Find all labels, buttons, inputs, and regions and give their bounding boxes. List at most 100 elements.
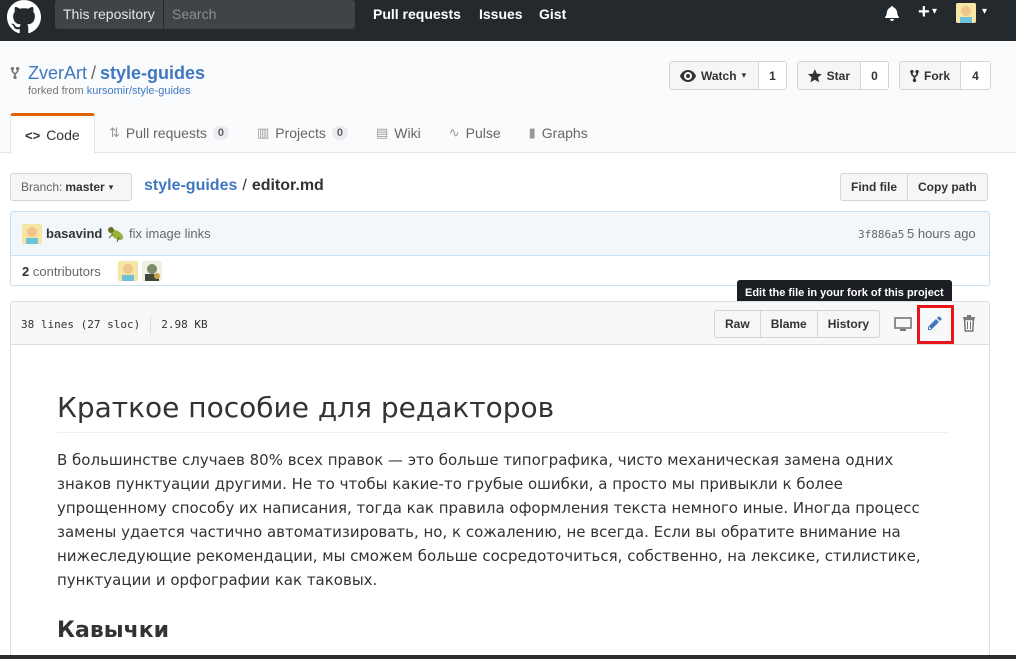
fork-count[interactable]: 4 bbox=[961, 61, 991, 90]
pencil-icon[interactable] bbox=[928, 315, 944, 331]
nav-pull-requests[interactable]: Pull requests bbox=[373, 6, 461, 22]
eye-icon bbox=[680, 69, 696, 82]
scope-divider bbox=[163, 0, 164, 29]
bug-icon bbox=[108, 227, 124, 243]
forked-from-label: forked from bbox=[28, 85, 84, 97]
file-navigation-actions: Find file Copy path bbox=[840, 173, 988, 201]
tab-label: Code bbox=[46, 127, 80, 143]
contributor-avatar[interactable] bbox=[142, 261, 162, 281]
bell-icon[interactable] bbox=[884, 5, 900, 21]
pull-request-icon: ⇅ bbox=[109, 125, 120, 140]
commit-message-link[interactable]: fix image links bbox=[129, 226, 211, 241]
file-size: 2.98 KB bbox=[161, 318, 208, 331]
branch-select-button[interactable]: Branch: master ▾ bbox=[10, 173, 132, 201]
tab-projects[interactable]: ▥ Projects 0 bbox=[243, 113, 362, 153]
nav-issues[interactable]: Issues bbox=[479, 6, 523, 22]
tab-label: Pull requests bbox=[125, 125, 207, 141]
user-avatar[interactable] bbox=[956, 3, 976, 23]
project-icon: ▥ bbox=[256, 125, 270, 140]
search-box: This repository bbox=[55, 0, 355, 29]
tab-pull-requests[interactable]: ⇅ Pull requests 0 bbox=[95, 113, 243, 153]
info-divider bbox=[150, 317, 152, 333]
tab-badge: 0 bbox=[212, 126, 229, 140]
breadcrumb-root-link[interactable]: style-guides bbox=[144, 177, 237, 194]
global-header: This repository Pull requests Issues Gis… bbox=[0, 0, 1016, 41]
pulse-icon: ∿ bbox=[448, 125, 460, 140]
file-header: 38 lines (27 sloc) 2.98 KB Raw Blame Hist… bbox=[11, 302, 989, 345]
chevron-down-icon: ▾ bbox=[741, 70, 747, 80]
book-icon: ▤ bbox=[375, 125, 389, 140]
commit-summary: basavind fix image links 3f886a5 5 hours… bbox=[11, 212, 989, 256]
trash-icon[interactable] bbox=[962, 315, 976, 332]
fork-icon bbox=[910, 69, 919, 82]
readme-heading: Краткое пособие для редакторов bbox=[57, 345, 947, 434]
commit-tease: basavind fix image links 3f886a5 5 hours… bbox=[10, 211, 990, 286]
watch-button[interactable]: Watch ▾ bbox=[669, 61, 759, 90]
tab-wiki[interactable]: ▤ Wiki bbox=[362, 113, 435, 153]
blame-button[interactable]: Blame bbox=[759, 310, 818, 338]
star-group: Star 0 bbox=[797, 61, 889, 90]
nav-gist[interactable]: Gist bbox=[539, 6, 566, 22]
commit-author-link[interactable]: basavind bbox=[46, 226, 102, 241]
markdown-body: Краткое пособие для редакторов В большин… bbox=[57, 345, 947, 643]
fork-button[interactable]: Fork bbox=[899, 61, 961, 90]
readme-paragraph: В большинстве случаев 80% всех правок — … bbox=[57, 451, 921, 590]
history-button[interactable]: History bbox=[816, 310, 881, 338]
repo-owner-link[interactable]: ZverArt bbox=[28, 63, 87, 83]
branch-name: master bbox=[65, 180, 105, 194]
contributors-link[interactable]: 2 contributors bbox=[22, 264, 101, 279]
star-icon bbox=[808, 68, 822, 82]
forked-from: forked from kursomir/style-guides bbox=[28, 85, 191, 97]
star-button[interactable]: Star bbox=[797, 61, 861, 90]
commit-sha-link[interactable]: 3f886a5 bbox=[858, 228, 904, 241]
repo-header: ZverArt / style-guides forked from kursomi… bbox=[0, 41, 1016, 154]
watch-group: Watch ▾ 1 bbox=[669, 61, 787, 90]
tab-label: Wiki bbox=[394, 125, 421, 141]
code-icon: <> bbox=[25, 127, 41, 143]
breadcrumb-file: editor.md bbox=[251, 177, 324, 194]
tab-label: Projects bbox=[275, 125, 326, 141]
watch-label: Watch bbox=[701, 68, 737, 83]
tab-label: Pulse bbox=[465, 125, 501, 141]
copy-path-button[interactable]: Copy path bbox=[908, 173, 988, 201]
scope-label[interactable]: This repository bbox=[63, 6, 155, 22]
repo-forked-icon bbox=[10, 66, 20, 80]
file-lines: 38 lines (27 sloc) bbox=[21, 318, 141, 331]
repo-name-link[interactable]: style-guides bbox=[100, 63, 205, 83]
repo-tabs: <> Code ⇅ Pull requests 0 ▥ Projects 0 ▤… bbox=[10, 113, 602, 154]
file-info: 38 lines (27 sloc) 2.98 KB bbox=[21, 317, 208, 333]
tab-badge: 0 bbox=[331, 126, 348, 140]
author-avatar[interactable] bbox=[22, 224, 42, 244]
breadcrumb: style-guides / editor.md bbox=[144, 177, 324, 195]
fork-group: Fork 4 bbox=[899, 61, 991, 90]
tab-label: Graphs bbox=[541, 125, 588, 141]
contributor-avatar[interactable] bbox=[118, 261, 138, 281]
file-view-buttons: Raw Blame History bbox=[714, 310, 881, 338]
search-input[interactable] bbox=[172, 6, 342, 22]
breadcrumb-separator: / bbox=[242, 177, 247, 194]
github-logo-icon[interactable] bbox=[7, 0, 41, 34]
contributors-label: contributors bbox=[32, 264, 101, 279]
chevron-down-icon[interactable]: ▾ bbox=[932, 6, 937, 17]
graph-icon: ▮ bbox=[528, 125, 536, 140]
file-viewer: 38 lines (27 sloc) 2.98 KB Raw Blame Hist… bbox=[10, 301, 990, 659]
repo-title: ZverArt / style-guides bbox=[28, 63, 205, 84]
find-file-button[interactable]: Find file bbox=[840, 173, 908, 201]
raw-button[interactable]: Raw bbox=[714, 310, 761, 338]
plus-icon[interactable]: + bbox=[918, 1, 930, 24]
chevron-down-icon[interactable]: ▾ bbox=[982, 6, 987, 17]
star-label: Star bbox=[826, 68, 850, 83]
branch-prefix: Branch: bbox=[21, 180, 63, 194]
fork-label: Fork bbox=[923, 68, 950, 83]
watch-count[interactable]: 1 bbox=[759, 61, 787, 90]
contributors-count: 2 bbox=[22, 264, 30, 279]
tab-pulse[interactable]: ∿ Pulse bbox=[435, 113, 515, 153]
tab-graphs[interactable]: ▮ Graphs bbox=[515, 113, 602, 153]
forked-from-link[interactable]: kursomir/style-guides bbox=[87, 85, 191, 97]
desktop-icon[interactable] bbox=[894, 317, 912, 332]
star-count[interactable]: 0 bbox=[861, 61, 889, 90]
commit-time: 5 hours ago bbox=[907, 226, 976, 241]
readme-subheading: Кавычки bbox=[57, 618, 170, 644]
tab-code[interactable]: <> Code bbox=[10, 113, 95, 154]
chevron-down-icon: ▾ bbox=[108, 181, 114, 192]
